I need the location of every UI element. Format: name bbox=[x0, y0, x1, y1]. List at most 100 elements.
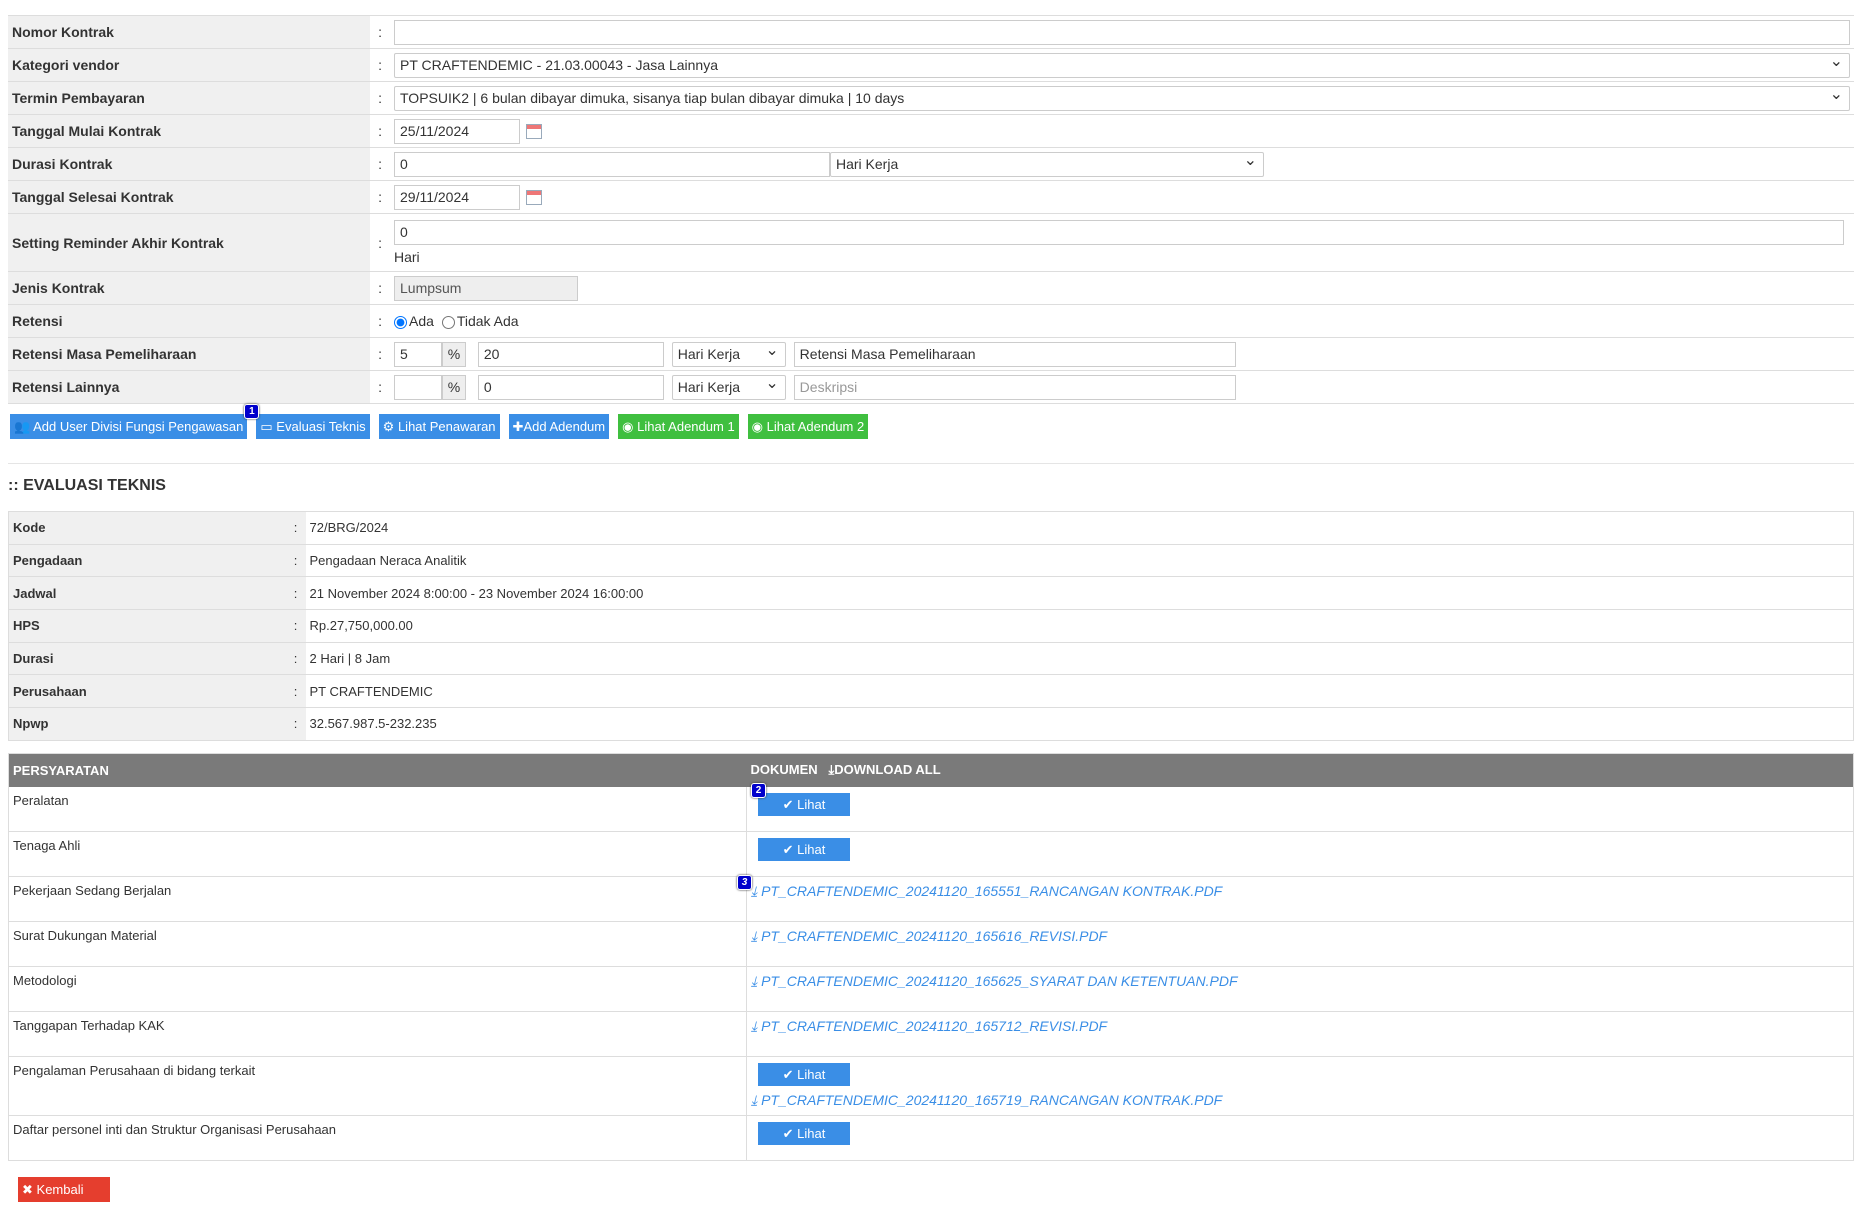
nomor-kontrak-input[interactable] bbox=[394, 19, 1850, 45]
check-icon: ✔ bbox=[782, 842, 794, 857]
badge: 1 bbox=[244, 404, 260, 419]
table-row: Daftar personel inti dan Struktur Organi… bbox=[8, 1115, 1854, 1161]
termin-select[interactable]: TOPSUIK2 | 6 bulan dibayar dimuka, sisan… bbox=[394, 85, 1850, 111]
lihat-button[interactable]: 2 ✔ Lihat bbox=[751, 782, 850, 816]
button-label: Lihat Penawaran bbox=[397, 419, 496, 434]
retensi-days-input[interactable]: 20 bbox=[477, 341, 664, 367]
section-title: :: EVALUASI TEKNIS bbox=[8, 477, 166, 494]
divider bbox=[8, 463, 1854, 464]
info-row: Pengadaan: Pengadaan Neraca Analitik bbox=[8, 544, 1854, 578]
evaluasi-info-table: Kode:72/BRG/2024 Pengadaan: Pengadaan Nera… bbox=[8, 511, 1854, 741]
info-label: Perusahaan bbox=[8, 674, 286, 709]
retensi-percent-input[interactable]: 5 bbox=[394, 341, 442, 367]
info-row: HPS: Rp.27,750,000.00 bbox=[8, 609, 1854, 643]
durasi-input[interactable]: 0 bbox=[394, 151, 830, 177]
download-icon: ⤓ bbox=[751, 1018, 758, 1034]
requirement-name: Surat Dukungan Material bbox=[8, 921, 747, 967]
evaluasi-teknis-button[interactable]: 1 ▭ Evaluasi Teknis bbox=[244, 404, 370, 439]
retensi-tidak-ada-radio[interactable] bbox=[441, 315, 455, 329]
button-label: Lihat bbox=[797, 1126, 826, 1141]
tanggal-selesai-input[interactable]: 29/11/2024 bbox=[394, 184, 520, 210]
info-value: 32.567.987.5-232.235 bbox=[305, 707, 1854, 741]
download-icon: ⤓ bbox=[751, 928, 758, 944]
requirement-name: Peralatan bbox=[8, 786, 747, 832]
file-link[interactable]: ⤓ PT_CRAFTENDEMIC_20241120_165712_REVISI… bbox=[751, 1018, 1849, 1035]
table-row: Pekerjaan Sedang Berjalan 3 ⤓ PT_CRAFTENDE… bbox=[8, 875, 1854, 922]
file-link[interactable]: ⤓ PT_CRAFTENDEMIC_20241120_165625_SYARAT… bbox=[751, 973, 1849, 990]
lihat-button[interactable]: ✔ Lihat bbox=[758, 1122, 850, 1145]
eye-icon: ◉ bbox=[622, 419, 634, 434]
retensi-lain-days-input[interactable]: 0 bbox=[477, 374, 664, 400]
lihat-button[interactable]: ✔ Lihat bbox=[758, 1063, 850, 1086]
button-label: Kembali bbox=[36, 1182, 84, 1197]
calendar-icon[interactable] bbox=[526, 189, 542, 205]
kategori-vendor-select[interactable]: PT CRAFTENDEMIC - 21.03.00043 - Jasa Lai… bbox=[394, 52, 1850, 78]
durasi-unit-select[interactable]: Hari Kerja bbox=[830, 151, 1264, 177]
retensi-lain-percent-input[interactable] bbox=[394, 374, 442, 400]
info-label: Pengadaan bbox=[8, 544, 286, 578]
colon: : bbox=[285, 544, 306, 578]
info-row: Durasi:2 Hari | 8 Jam bbox=[8, 642, 1854, 676]
download-all-link[interactable]: ⤓DOWNLOAD ALL bbox=[829, 762, 941, 777]
reminder-input[interactable]: 0 bbox=[394, 220, 1844, 245]
retensi-lain-desc-textarea[interactable]: Deskripsi bbox=[793, 374, 1236, 400]
retensi-unit-select[interactable]: Hari Kerja bbox=[671, 341, 786, 367]
file-link[interactable]: ⤓ PT_CRAFTENDEMIC_20241120_165616_REVISI… bbox=[751, 928, 1849, 945]
persyaratan-table: PERSYARATAN DOKUMEN ⤓DOWNLOAD ALL Perala… bbox=[8, 753, 1854, 1161]
retensi-desc-textarea[interactable]: Retensi Masa Pemeliharaan bbox=[793, 341, 1236, 367]
colon: : bbox=[370, 337, 390, 371]
file-name: PT_CRAFTENDEMIC_20241120_165719_RANCANGA… bbox=[761, 1092, 1223, 1108]
button-label: Lihat Adendum 2 bbox=[766, 419, 865, 434]
file-name: PT_CRAFTENDEMIC_20241120_165616_REVISI.P… bbox=[761, 928, 1108, 944]
colon: : bbox=[285, 642, 306, 676]
col-header: PERSYARATAN bbox=[8, 753, 747, 787]
add-user-button[interactable]: 👥 Add User Divisi Fungsi Pengawasan bbox=[10, 414, 248, 439]
button-label: Add Adendum bbox=[523, 419, 606, 434]
users-icon: 👥 bbox=[14, 419, 31, 434]
label: Setting Reminder Akhir Kontrak bbox=[8, 213, 371, 272]
download-icon: ⤓ bbox=[751, 1092, 758, 1108]
retensi-lain-unit-select[interactable]: Hari Kerja bbox=[671, 374, 786, 400]
percent-addon: % bbox=[442, 374, 466, 400]
colon: : bbox=[285, 674, 306, 709]
file-link[interactable]: ⤓ PT_CRAFTENDEMIC_20241120_165719_RANCAN… bbox=[751, 1092, 1849, 1109]
label: Durasi Kontrak bbox=[8, 147, 371, 181]
document-cell: ✔ Lihat ⤓ PT_CRAFTENDEMIC_20241120_165719… bbox=[746, 1056, 1854, 1116]
gears-icon: ⚙ bbox=[382, 419, 395, 434]
colon: : bbox=[285, 576, 306, 611]
document-cell: ✔ Lihat bbox=[746, 831, 1854, 877]
info-row: Jadwal:21 November 2024 8:00:00 - 23 Nov… bbox=[8, 576, 1854, 611]
kembali-button[interactable]: ✖ Kembali bbox=[18, 1177, 110, 1202]
calendar-icon[interactable] bbox=[526, 123, 542, 139]
percent-addon: % bbox=[442, 341, 466, 367]
button-label: Lihat bbox=[797, 796, 826, 812]
table-row: Pengalaman Perusahaan di bidang terkait ✔… bbox=[8, 1056, 1854, 1116]
colon: : bbox=[370, 114, 390, 148]
lihat-adendum-1-button[interactable]: ◉ Lihat Adendum 1 bbox=[618, 414, 739, 439]
close-icon: ✖ bbox=[22, 1182, 33, 1197]
requirement-name: Tenaga Ahli bbox=[8, 831, 747, 877]
document-cell: 3 ⤓ PT_CRAFTENDEMIC_20241120_165551_RANCA… bbox=[737, 875, 1854, 922]
file-name: PT_CRAFTENDEMIC_20241120_165551_RANCANGA… bbox=[761, 883, 1223, 899]
lihat-penawaran-button[interactable]: ⚙ Lihat Penawaran bbox=[378, 414, 500, 439]
badge: 2 bbox=[751, 782, 766, 798]
colon: : bbox=[370, 81, 390, 115]
colon: : bbox=[370, 370, 390, 404]
file-link[interactable]: 3 ⤓ PT_CRAFTENDEMIC_20241120_165551_RANCA… bbox=[737, 875, 1849, 900]
info-label: Npwp bbox=[8, 707, 286, 741]
info-row: Perusahaan: PT CRAFTENDEMIC bbox=[8, 674, 1854, 709]
contract-form: Nomor Kontrak: Kategori vendor: PT CRAFT… bbox=[8, 15, 1854, 404]
tanggal-mulai-input[interactable]: 25/11/2024 bbox=[394, 118, 520, 144]
document-cell: ⤓ PT_CRAFTENDEMIC_20241120_165616_REVISI… bbox=[746, 921, 1854, 967]
add-adendum-button[interactable]: ✚Add Adendum bbox=[508, 414, 610, 439]
jenis-kontrak-input: Lumpsum bbox=[394, 275, 578, 301]
lihat-button[interactable]: ✔ Lihat bbox=[758, 838, 850, 861]
info-value: Pengadaan Neraca Analitik bbox=[305, 544, 1854, 578]
lihat-adendum-2-button[interactable]: ◉ Lihat Adendum 2 bbox=[747, 414, 869, 439]
retensi-ada-radio[interactable] bbox=[394, 315, 407, 329]
download-icon: ⤓ bbox=[751, 973, 758, 989]
label: Tanggal Mulai Kontrak bbox=[8, 114, 371, 148]
colon: : bbox=[370, 213, 390, 272]
label: Retensi bbox=[8, 304, 371, 338]
file-name: PT_CRAFTENDEMIC_20241120_165625_SYARAT D… bbox=[761, 973, 1238, 989]
